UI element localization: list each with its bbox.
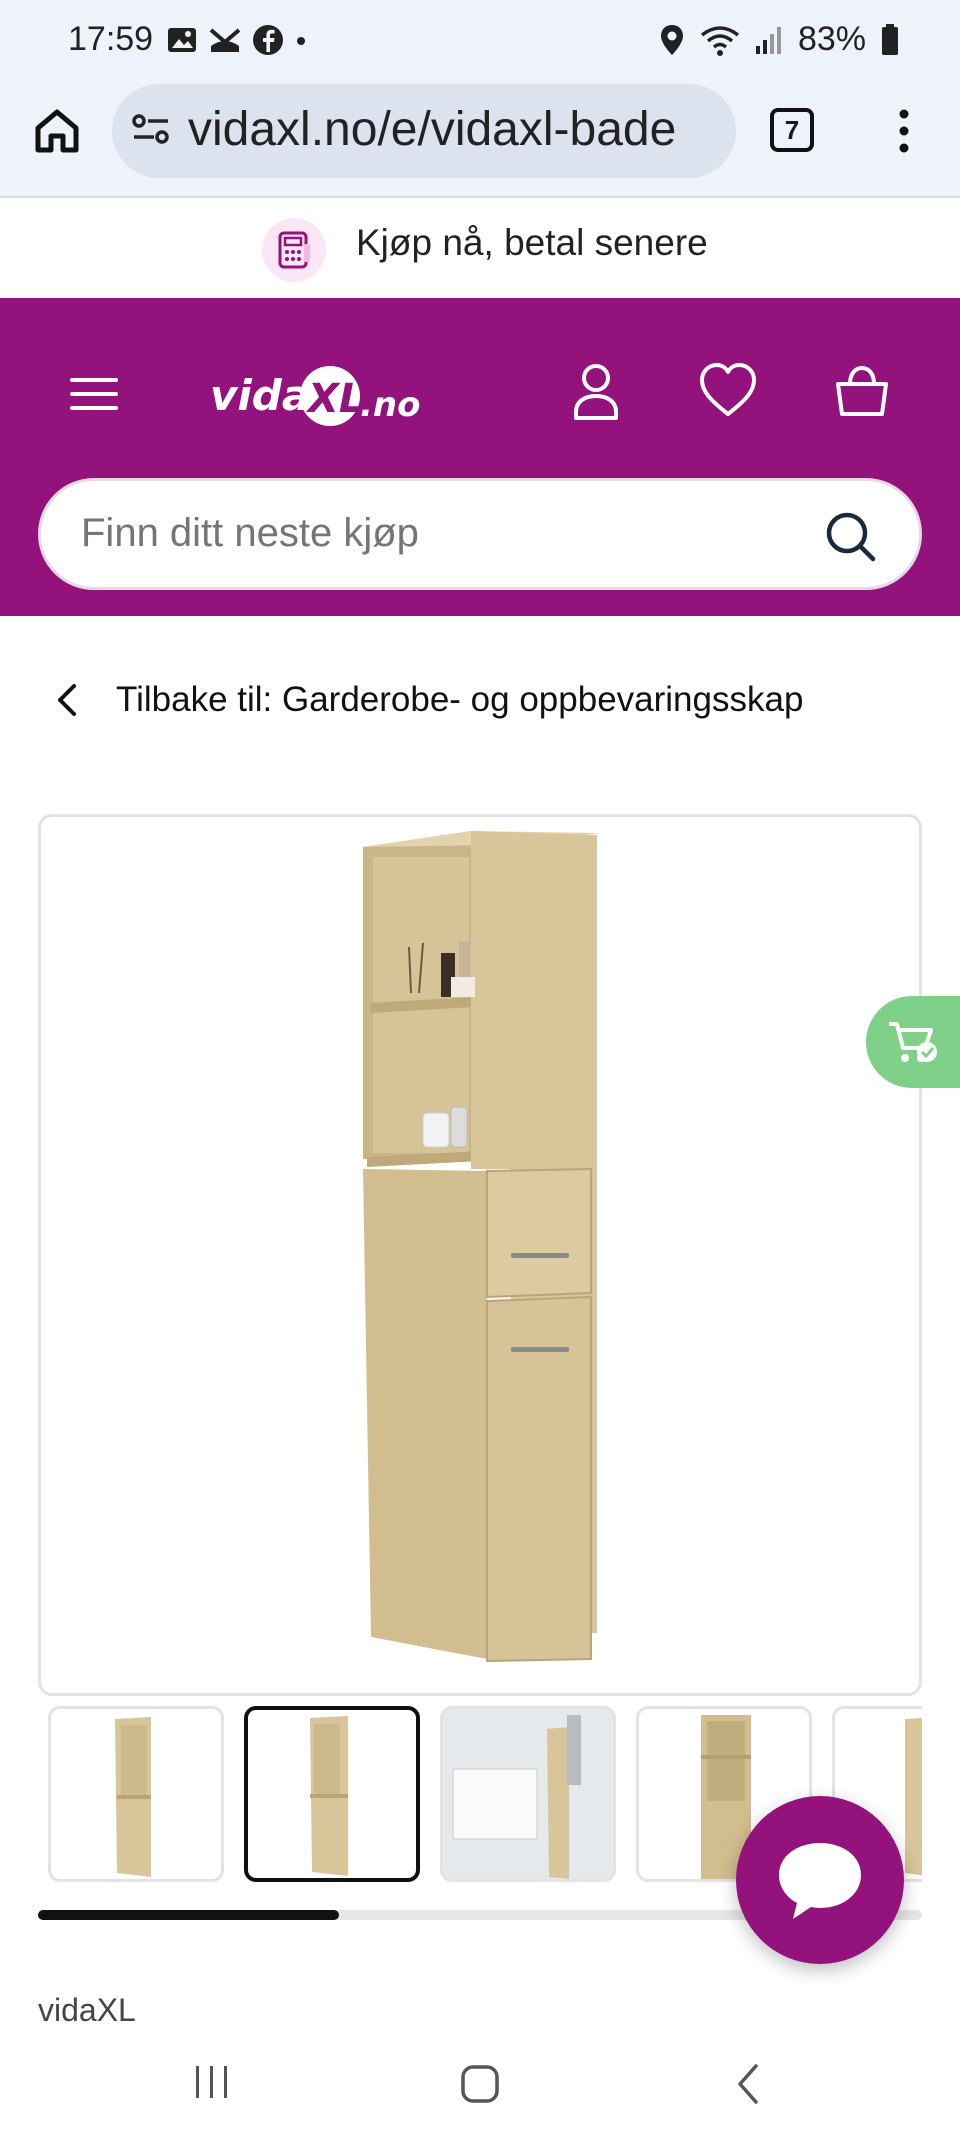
facebook-icon	[253, 25, 283, 55]
chat-bubble-icon	[779, 1843, 861, 1919]
site-header: vida XL .no	[0, 298, 960, 616]
tab-switcher-button[interactable]: 7	[770, 108, 814, 152]
svg-text:XL: XL	[305, 376, 364, 422]
location-icon	[660, 24, 683, 55]
thumbnail-3[interactable]	[440, 1706, 616, 1882]
system-navigation-bar	[0, 2028, 960, 2133]
wifi-icon	[700, 25, 740, 56]
missed-call-icon	[209, 28, 241, 52]
recent-apps-icon[interactable]	[192, 2064, 232, 2100]
cart-check-icon	[889, 1022, 937, 1062]
status-time: 17:59	[68, 20, 154, 58]
search-icon[interactable]	[823, 509, 879, 565]
site-settings-icon[interactable]	[130, 108, 172, 150]
chat-button[interactable]	[736, 1796, 904, 1964]
battery-percent: 83%	[797, 20, 866, 58]
battery-icon	[882, 23, 898, 55]
promo-text: Kjøp nå, betal senere	[356, 222, 708, 263]
signal-icon	[755, 26, 781, 54]
system-icons: 83%	[658, 20, 900, 59]
home-icon[interactable]	[32, 106, 82, 156]
thumbnail-1[interactable]	[48, 1706, 224, 1882]
svg-text:vida: vida	[210, 371, 310, 420]
menu-icon[interactable]	[70, 376, 118, 412]
account-icon[interactable]	[566, 360, 626, 422]
product-main-image[interactable]	[38, 814, 922, 1696]
nav-home-icon[interactable]	[460, 2064, 500, 2104]
wishlist-heart-icon[interactable]	[698, 360, 758, 422]
chevron-left-icon	[58, 684, 76, 716]
dot-icon	[297, 37, 305, 45]
notification-icons	[166, 24, 308, 56]
gallery-icon	[168, 28, 196, 52]
thumbnail-2[interactable]	[244, 1706, 420, 1882]
nav-back-icon[interactable]	[734, 2062, 764, 2106]
back-breadcrumb[interactable]: Tilbake til: Garderobe- og oppbevaringss…	[50, 680, 803, 720]
cabinet-image	[363, 831, 601, 1663]
search-input[interactable]	[81, 511, 781, 556]
search-bar[interactable]	[38, 478, 922, 590]
product-brand[interactable]: vidaXL	[38, 1992, 136, 2029]
url-text[interactable]: vidaxl.no/e/vidaxl-bade	[188, 102, 728, 157]
thumbnail-scroll-thumb[interactable]	[38, 1910, 339, 1920]
browser-toolbar: vidaxl.no/e/vidaxl-bade 7	[0, 80, 960, 198]
svg-text:.no: .no	[360, 385, 420, 425]
site-logo[interactable]: vida XL .no	[210, 358, 424, 438]
more-options-icon[interactable]	[896, 106, 912, 156]
back-label: Tilbake til: Garderobe- og oppbevaringss…	[116, 680, 804, 719]
promo-banner[interactable]: Kjøp nå, betal senere	[0, 200, 960, 298]
calculator-icon	[262, 218, 326, 282]
cart-basket-icon[interactable]	[832, 360, 892, 422]
compare-cart-button[interactable]	[866, 996, 960, 1088]
status-bar: 17:59 83%	[0, 0, 960, 80]
